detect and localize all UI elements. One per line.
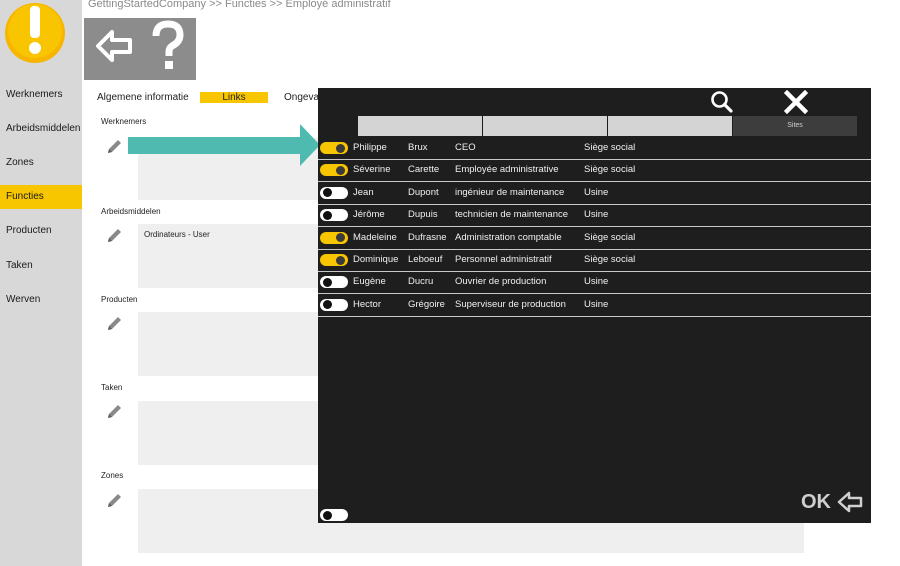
selection-toggle[interactable] [320, 298, 348, 311]
table-row[interactable]: Jean Dupont ingénieur de maintenance Usine [318, 183, 871, 205]
toolbar [84, 18, 196, 80]
site-cell: Siège social [584, 164, 636, 176]
selection-toggle[interactable] [320, 276, 348, 289]
sidebar-item-werven[interactable]: Werven [0, 288, 82, 312]
close-button[interactable] [783, 89, 809, 115]
filter-column-2[interactable] [483, 116, 607, 136]
last-name-cell: Dupuis [408, 209, 438, 221]
role-cell: Employée administrative [455, 164, 559, 176]
tab-algemene-informatie[interactable]: Algemene informatie [97, 92, 197, 103]
last-name-cell: Carette [408, 164, 440, 176]
table-row[interactable]: Séverine Carette Employée administrative Si… [318, 160, 871, 183]
tab-links[interactable]: Links [200, 92, 268, 103]
site-cell: Usine [584, 298, 609, 310]
role-cell: Personnel administratif [455, 254, 552, 265]
filter-column-3[interactable] [608, 116, 732, 136]
filter-bar: Sites [358, 116, 858, 136]
section-label-zones: Zones [101, 471, 124, 480]
selection-toggle[interactable] [320, 186, 348, 199]
last-name-cell: Leboeuf [408, 254, 443, 265]
back-button[interactable] [88, 18, 140, 80]
first-name-cell: Jérôme [353, 209, 385, 221]
selection-toggle[interactable] [320, 142, 348, 154]
section-label-taken: Taken [101, 383, 123, 392]
selection-toggle[interactable] [320, 209, 348, 222]
pencil-icon[interactable] [106, 137, 124, 155]
table-row[interactable]: Eugène Ducru Ouvrier de production Usine [318, 272, 871, 295]
sidebar-item-taken[interactable]: Taken [0, 254, 82, 278]
search-button[interactable] [710, 90, 734, 114]
first-name-cell: Séverine [353, 164, 391, 176]
table-row[interactable]: Dominique Leboeuf Personnel administratif S… [318, 250, 871, 272]
sidebar-item-werknemers[interactable]: Werknemers [0, 83, 82, 107]
help-button[interactable] [142, 18, 194, 80]
breadcrumb: GettingStartedCompany >> Functies >> Emp… [88, 0, 391, 10]
first-name-cell: Madeleine [353, 231, 397, 243]
toggle-knob [323, 510, 332, 520]
role-cell: Superviseur de production [455, 298, 566, 310]
search-icon [711, 91, 733, 113]
toggle-knob [336, 255, 345, 265]
sidebar-item-arbeidsmiddelen[interactable]: Arbeidsmiddelen [0, 117, 82, 141]
pencil-icon[interactable] [106, 226, 124, 244]
warning-logo-icon [5, 3, 65, 63]
sidebar-item-zones[interactable]: Zones [0, 151, 82, 175]
role-cell: ingénieur de maintenance [455, 186, 565, 198]
role-cell: CEO [455, 142, 476, 153]
pencil-icon[interactable] [106, 314, 124, 332]
sidebar-item-producten[interactable]: Producten [0, 219, 82, 243]
first-name-cell: Eugène [353, 276, 386, 288]
site-cell: Usine [584, 186, 609, 198]
last-name-cell: Ducru [408, 276, 434, 288]
selection-toggle[interactable] [320, 254, 348, 266]
toggle-knob [336, 143, 345, 153]
table-row[interactable]: Madeleine Dufrasne Administration comptabl… [318, 228, 871, 250]
first-name-cell: Dominique [353, 254, 399, 265]
section-label-arbeidsmiddelen: Arbeidsmiddelen [101, 207, 161, 216]
employee-picker-modal: Sites Philippe Brux CEO Siège social Séverin… [318, 88, 871, 523]
site-cell: Usine [584, 209, 609, 221]
last-name-cell: Brux [408, 142, 428, 153]
ok-label: OK [801, 491, 831, 513]
ok-button[interactable]: OK [801, 489, 865, 515]
site-cell: Siège social [584, 231, 636, 243]
first-name-cell: Jean [353, 186, 374, 198]
site-cell: Siège social [584, 254, 636, 265]
toggle-knob [323, 210, 332, 220]
selection-toggle[interactable] [320, 231, 348, 244]
toggle-knob [323, 277, 332, 287]
first-name-cell: Philippe [353, 142, 387, 153]
select-all-toggle[interactable] [320, 509, 348, 521]
table-row[interactable]: Hector Grégoire Superviseur de production U… [318, 295, 871, 317]
filter-column-1[interactable] [358, 116, 482, 136]
first-name-cell: Hector [353, 298, 381, 310]
last-name-cell: Grégoire [408, 298, 445, 310]
last-name-cell: Dupont [408, 186, 439, 198]
pencil-icon[interactable] [106, 402, 124, 420]
sidebar-item-functies[interactable]: Functies [0, 185, 82, 209]
role-cell: technicien de maintenance [455, 209, 569, 221]
filter-column-sites[interactable]: Sites [733, 116, 857, 136]
toggle-knob [323, 300, 332, 310]
section-label-producten: Producten [101, 295, 138, 304]
question-icon [152, 20, 184, 69]
list-item: Ordinateurs - User [144, 230, 210, 239]
site-cell: Usine [584, 276, 609, 288]
site-cell: Siège social [584, 142, 636, 153]
selection-toggle[interactable] [320, 164, 348, 177]
close-icon [783, 89, 809, 115]
callout-arrow-icon [128, 124, 320, 166]
toggle-knob [323, 188, 332, 198]
arrow-left-icon [96, 30, 132, 62]
arrow-left-icon [837, 491, 863, 513]
toggle-knob [336, 233, 345, 243]
toggle-knob [336, 165, 345, 175]
role-cell: Administration comptable [455, 231, 562, 243]
sidebar: Werknemers Arbeidsmiddelen Zones Functie… [0, 0, 82, 566]
last-name-cell: Dufrasne [408, 231, 447, 243]
table-row[interactable]: Jérôme Dupuis technicien de maintenance Usi… [318, 205, 871, 228]
role-cell: Ouvrier de production [455, 276, 547, 288]
table-row[interactable]: Philippe Brux CEO Siège social [318, 138, 871, 160]
pencil-icon[interactable] [106, 491, 124, 509]
